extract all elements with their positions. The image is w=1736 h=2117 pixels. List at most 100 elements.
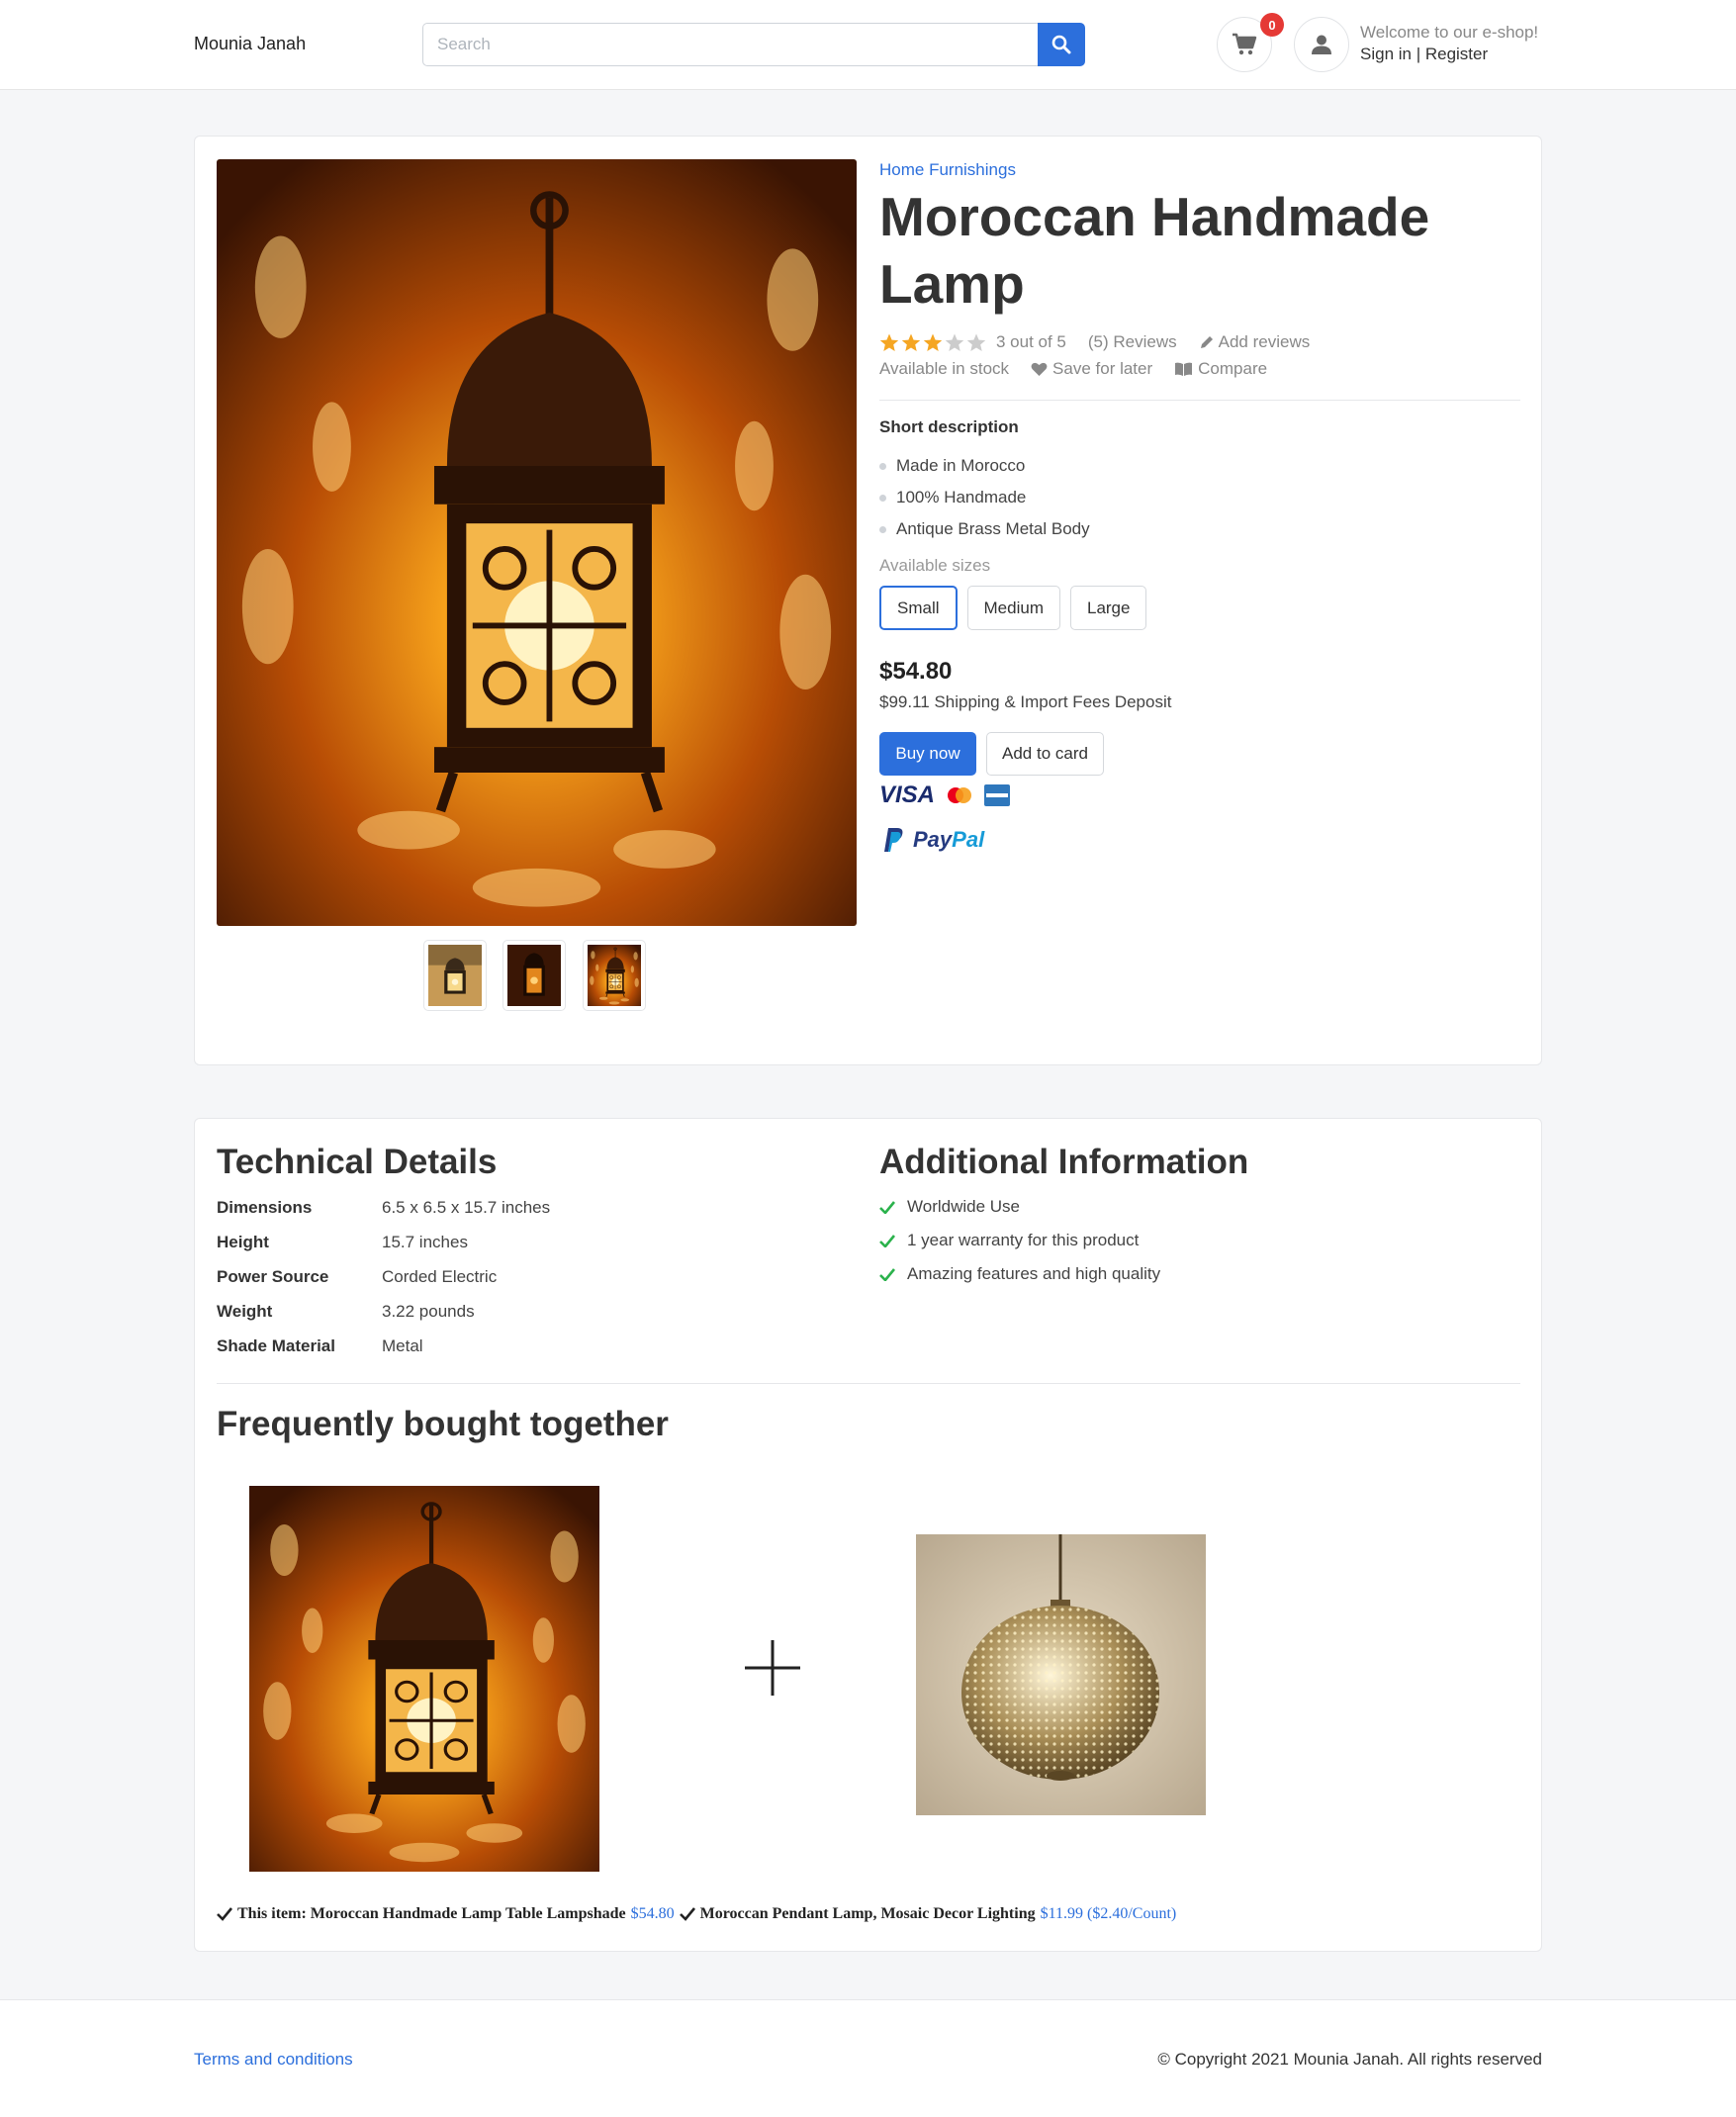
spec-value: Corded Electric bbox=[382, 1266, 498, 1286]
fbt-item-2-price: $11.99 ($2.40/Count) bbox=[1040, 1905, 1177, 1922]
short-description-list: Made in Morocco 100% Handmade Antique Br… bbox=[879, 450, 1090, 545]
list-item: 100% Handmade bbox=[879, 482, 1090, 513]
save-for-later-label: Save for later bbox=[1052, 359, 1153, 378]
frequently-bought-title: Frequently bought together bbox=[217, 1405, 669, 1443]
paypal-wordmark-a: Pay bbox=[913, 827, 953, 852]
reviews-link[interactable]: (5) Reviews bbox=[1088, 332, 1177, 352]
compare-link[interactable]: Compare bbox=[1174, 359, 1267, 379]
product-thumbnail-2[interactable] bbox=[503, 940, 566, 1011]
info-text: Amazing features and high quality bbox=[907, 1264, 1161, 1283]
check-icon bbox=[879, 1200, 895, 1214]
shipping-fees: $99.11 Shipping & Import Fees Deposit bbox=[879, 692, 1172, 711]
star-icon bbox=[966, 333, 986, 351]
spec-key: Power Source bbox=[217, 1266, 329, 1286]
cart-count-badge: 0 bbox=[1260, 13, 1284, 37]
product-title: Moroccan Handmade Lamp bbox=[879, 186, 1430, 315]
book-icon bbox=[1175, 362, 1193, 376]
spec-key: Weight bbox=[217, 1301, 273, 1321]
spec-value: 6.5 x 6.5 x 15.7 inches bbox=[382, 1197, 551, 1217]
user-icon bbox=[1312, 35, 1331, 54]
product-price: $54.80 bbox=[879, 658, 953, 685]
sizes-label: Available sizes bbox=[879, 556, 991, 575]
bullet-text: 100% Handmade bbox=[896, 488, 1027, 506]
fbt-item-2-name[interactable]: Moroccan Pendant Lamp, Mosaic Decor Ligh… bbox=[700, 1905, 1036, 1923]
star-icon bbox=[879, 333, 899, 351]
star-icon bbox=[923, 333, 943, 351]
search-bar bbox=[422, 23, 1085, 66]
paypal-logo: PayPal bbox=[883, 827, 984, 853]
fbt-item-1-image[interactable] bbox=[249, 1486, 599, 1872]
save-for-later-link[interactable]: Save for later bbox=[1031, 359, 1152, 379]
search-button[interactable] bbox=[1038, 23, 1085, 66]
star-icon bbox=[901, 333, 921, 351]
check-icon bbox=[879, 1267, 895, 1281]
pencil-icon bbox=[1200, 336, 1213, 348]
mastercard-icon bbox=[948, 787, 972, 803]
check-icon bbox=[879, 1234, 895, 1247]
spec-value: 3.22 pounds bbox=[382, 1301, 475, 1321]
copyright-text: © Copyright 2021 Mounia Janah. All right… bbox=[1157, 2050, 1542, 2069]
fbt-summary: This item: Moroccan Handmade Lamp Table … bbox=[217, 1905, 1181, 1923]
rating-text: 3 out of 5 bbox=[996, 332, 1066, 351]
signin-register-link[interactable]: Sign in | Register bbox=[1360, 45, 1488, 64]
fbt-item-2-image[interactable] bbox=[916, 1534, 1206, 1815]
bullet-dot bbox=[879, 525, 886, 533]
brand-logo[interactable]: Mounia Janah bbox=[194, 34, 306, 54]
technical-details-table: Dimensions 6.5 x 6.5 x 15.7 inches Height… bbox=[217, 1190, 550, 1363]
info-text: 1 year warranty for this product bbox=[907, 1231, 1140, 1249]
product-main-image bbox=[217, 159, 857, 926]
terms-link[interactable]: Terms and conditions bbox=[194, 2050, 353, 2070]
payment-methods: VISA bbox=[879, 782, 1011, 809]
buy-now-button[interactable]: Buy now bbox=[879, 732, 976, 776]
rating-stars bbox=[879, 333, 986, 352]
top-header: Mounia Janah 0 Welcome to our e-shop! Si… bbox=[0, 0, 1736, 90]
add-reviews-label: Add reviews bbox=[1218, 332, 1311, 351]
user-button[interactable] bbox=[1294, 17, 1349, 72]
amex-icon bbox=[984, 784, 1011, 806]
spec-key: Height bbox=[217, 1232, 269, 1251]
bullet-text: Antique Brass Metal Body bbox=[896, 519, 1090, 538]
spec-value: 15.7 inches bbox=[382, 1232, 468, 1251]
fbt-item-1-price: $54.80 bbox=[630, 1905, 675, 1922]
compare-label: Compare bbox=[1198, 359, 1268, 378]
list-item: Antique Brass Metal Body bbox=[879, 513, 1090, 545]
additional-info-list: Worldwide Use 1 year warranty for this p… bbox=[879, 1190, 1160, 1291]
spec-key: Dimensions bbox=[217, 1197, 313, 1217]
heart-icon bbox=[1031, 362, 1048, 376]
check-icon bbox=[217, 1907, 232, 1921]
fbt-item-1-name[interactable]: This item: Moroccan Handmade Lamp Table … bbox=[237, 1905, 626, 1923]
list-item: Worldwide Use bbox=[879, 1190, 1160, 1224]
visa-logo: VISA bbox=[879, 782, 936, 808]
product-thumbnail-3[interactable] bbox=[583, 940, 646, 1011]
technical-details-title: Technical Details bbox=[217, 1143, 498, 1181]
size-options: Small Medium Large bbox=[879, 586, 1147, 630]
table-row: Weight 3.22 pounds bbox=[217, 1294, 550, 1329]
check-icon bbox=[679, 1907, 695, 1921]
table-row: Dimensions 6.5 x 6.5 x 15.7 inches bbox=[217, 1190, 550, 1225]
plus-icon bbox=[745, 1640, 800, 1696]
bullet-dot bbox=[879, 494, 886, 502]
category-breadcrumb[interactable]: Home Furnishings bbox=[879, 160, 1016, 180]
bullet-text: Made in Morocco bbox=[896, 456, 1026, 475]
search-input[interactable] bbox=[422, 23, 1038, 66]
star-icon bbox=[945, 333, 964, 351]
add-to-cart-button[interactable]: Add to card bbox=[986, 732, 1104, 776]
bullet-dot bbox=[879, 462, 886, 470]
cart-icon bbox=[1233, 33, 1257, 55]
product-thumbnail-1[interactable] bbox=[423, 940, 487, 1011]
size-small-button[interactable]: Small bbox=[879, 586, 958, 630]
size-medium-button[interactable]: Medium bbox=[966, 586, 1060, 630]
table-row: Shade Material Metal bbox=[217, 1329, 550, 1363]
search-icon bbox=[1051, 35, 1071, 54]
list-item: Amazing features and high quality bbox=[879, 1257, 1160, 1291]
add-reviews-link[interactable]: Add reviews bbox=[1199, 332, 1311, 352]
list-item: 1 year warranty for this product bbox=[879, 1224, 1160, 1257]
paypal-wordmark-b: Pal bbox=[952, 827, 985, 852]
list-item: Made in Morocco bbox=[879, 450, 1090, 482]
welcome-text: Welcome to our e-shop! bbox=[1360, 23, 1539, 42]
size-large-button[interactable]: Large bbox=[1069, 586, 1147, 630]
paypal-wordmark: PayPal bbox=[913, 827, 984, 853]
info-text: Worldwide Use bbox=[907, 1197, 1021, 1216]
divider bbox=[879, 400, 1520, 401]
short-description-title: Short description bbox=[879, 417, 1019, 436]
